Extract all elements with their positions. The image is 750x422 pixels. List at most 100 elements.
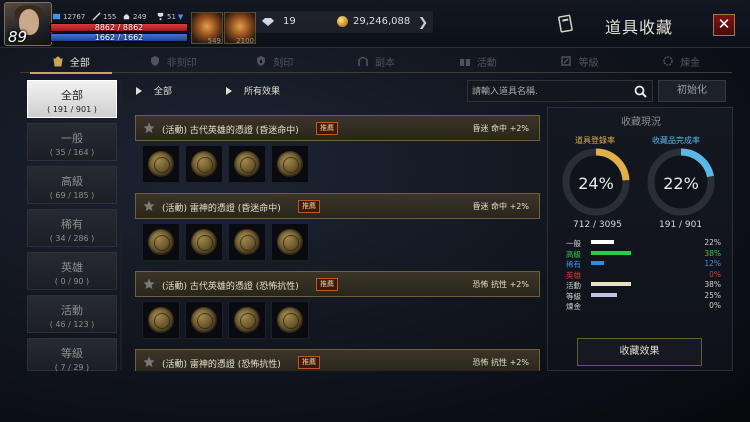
effect-filter[interactable]: 所有效果 [226,84,280,97]
star-icon[interactable] [143,278,155,290]
legend-label: 等級 [566,291,581,301]
item-slot[interactable] [185,223,223,261]
completion-rate-label: 收藏品完成率 [652,136,700,145]
search-icon[interactable] [634,85,647,98]
tab-event[interactable]: 活動 [427,49,529,73]
medal-icon [191,307,217,333]
item-slot[interactable] [142,301,180,339]
completion-count: 191 / 901 [659,220,703,230]
item-slot[interactable] [142,223,180,261]
legend-percent: 38% [704,280,721,289]
sword-icon [92,12,101,21]
stat-sword: 155 [92,12,116,21]
category-event[interactable]: 活動 ( 46 / 123 ) [27,295,117,333]
tab-level[interactable]: 等級 [529,49,631,73]
category-all[interactable]: 全部 ( 191 / 901 ) [27,80,117,118]
item-slot[interactable] [271,301,309,339]
gem-icon [262,18,274,26]
medal-icon [148,307,174,333]
collection-row-header[interactable]: (活動) 雷神的憑證 (昏迷命中) 推薦 昏迷 命中 +2% [135,193,540,219]
medal-icon [191,229,217,255]
tab-dungeon[interactable]: 副本 [325,49,427,73]
category-filter[interactable]: 全部 [136,84,172,97]
legend-bar [591,250,631,255]
legend-label: 高級 [566,249,581,259]
category-normal[interactable]: 一般 ( 35 / 164 ) [27,123,117,161]
legend-row: 煉金 0% [566,301,721,312]
legend-percent: 25% [704,290,721,300]
legend-row: 稀有 12% [566,259,721,270]
trophy-icon [157,12,164,21]
recommended-badge: 推薦 [298,356,320,369]
search-box [467,80,653,102]
tab-non-engraved[interactable]: 非刻印 [122,49,224,73]
category-hero[interactable]: 英雄 ( 0 / 90 ) [27,252,117,290]
collection-book-icon [558,14,573,33]
item-slot[interactable] [185,145,223,183]
portal-icon [358,56,368,66]
currency-bar: 19 29,246,088 ❯ [255,11,433,33]
legend-percent: 22% [704,238,721,247]
category-advanced[interactable]: 高級 ( 69 / 185 ) [27,166,117,204]
item-slot[interactable] [271,223,309,261]
grade-legend: 一般 22% 高級 38% 稀有 12% 英雄 0% 活動 38% 等級 25% 煉金 0% [566,238,721,312]
collection-row-header[interactable]: (活動) 古代英雄的憑證 (恐怖抗性) 推薦 恐怖 抗性 +2% [135,271,540,297]
chevron-right-icon[interactable]: ❯ [415,14,431,30]
tab-alchemy[interactable]: 煉金 [630,49,732,73]
item-slot[interactable] [185,301,223,339]
tab-engraved[interactable]: 刻印 [223,49,325,73]
item-slot[interactable] [228,223,266,261]
legend-row: 等級 25% [566,291,721,302]
registration-rate-value: 24% [578,174,614,193]
collection-effect-button[interactable]: 收藏效果 [577,338,702,366]
category-level[interactable]: 等級 ( 7 / 29 ) [27,338,117,372]
star-icon[interactable] [143,356,155,368]
legend-row: 一般 22% [566,238,721,249]
medal-icon [191,151,217,177]
completion-rate-value: 22% [663,174,699,193]
legend-percent: 0% [709,269,721,279]
legend-percent: 12% [704,259,721,268]
star-icon[interactable] [143,200,155,212]
collection-status-panel: 收藏現況 道具登錄率 收藏品完成率 24% 22% 712 / 3095 191… [547,107,733,371]
registration-rate-label: 道具登錄率 [575,136,615,145]
category-scrollbar[interactable] [120,80,122,370]
collection-row-header[interactable]: (活動) 古代英雄的憑證 (昏迷命中) 推薦 昏迷 命中 +2% [135,115,540,141]
registration-count: 712 / 3095 [573,220,622,230]
recommended-badge: 推薦 [298,200,320,213]
legend-bar [591,240,615,244]
item-slot[interactable] [228,145,266,183]
item-slot[interactable] [142,145,180,183]
recommended-badge: 推薦 [316,278,338,291]
play-arrow-icon [226,86,232,95]
tab-all[interactable]: 全部 [20,49,122,74]
medal-icon [234,151,260,177]
category-rare[interactable]: 稀有 ( 34 / 286 ) [27,209,117,247]
legend-label: 稀有 [566,260,581,269]
legend-label: 活動 [566,281,581,290]
legend-bar [591,261,604,265]
star-icon[interactable] [143,122,155,134]
item-slot[interactable] [271,145,309,183]
hp-potion-slot[interactable]: 549 [191,12,223,45]
stat-helmet: 249 [122,12,146,21]
medal-icon [148,229,174,255]
top-bar: 89 12767 155 249 51 ▼ 8862 / 8862 1662 /… [0,0,750,48]
mp-potion-slot[interactable]: 2100 [224,12,256,45]
legend-bar [591,282,631,286]
recommended-badge: 推薦 [316,122,338,135]
item-slot[interactable] [228,301,266,339]
play-arrow-icon [136,86,142,95]
category-tabs: 全部 非刻印 刻印 副本 活動 等級 煉金 [20,49,732,74]
search-input[interactable] [472,84,632,99]
legend-bar [591,292,618,297]
close-button[interactable]: ✕ [713,14,735,36]
legend-label: 煉金 [566,302,581,311]
legend-row: 高級 38% [566,249,721,260]
medal-icon [277,229,303,255]
stat-trophy: 51 ▼ [156,12,183,21]
gift-icon [459,57,470,66]
panel-title: 收藏現況 [621,117,661,128]
collection-row-header[interactable]: (活動) 雷神的憑證 (恐怖抗性) 推薦 恐怖 抗性 +2% [135,349,540,371]
reset-button[interactable]: 初始化 [658,80,726,102]
